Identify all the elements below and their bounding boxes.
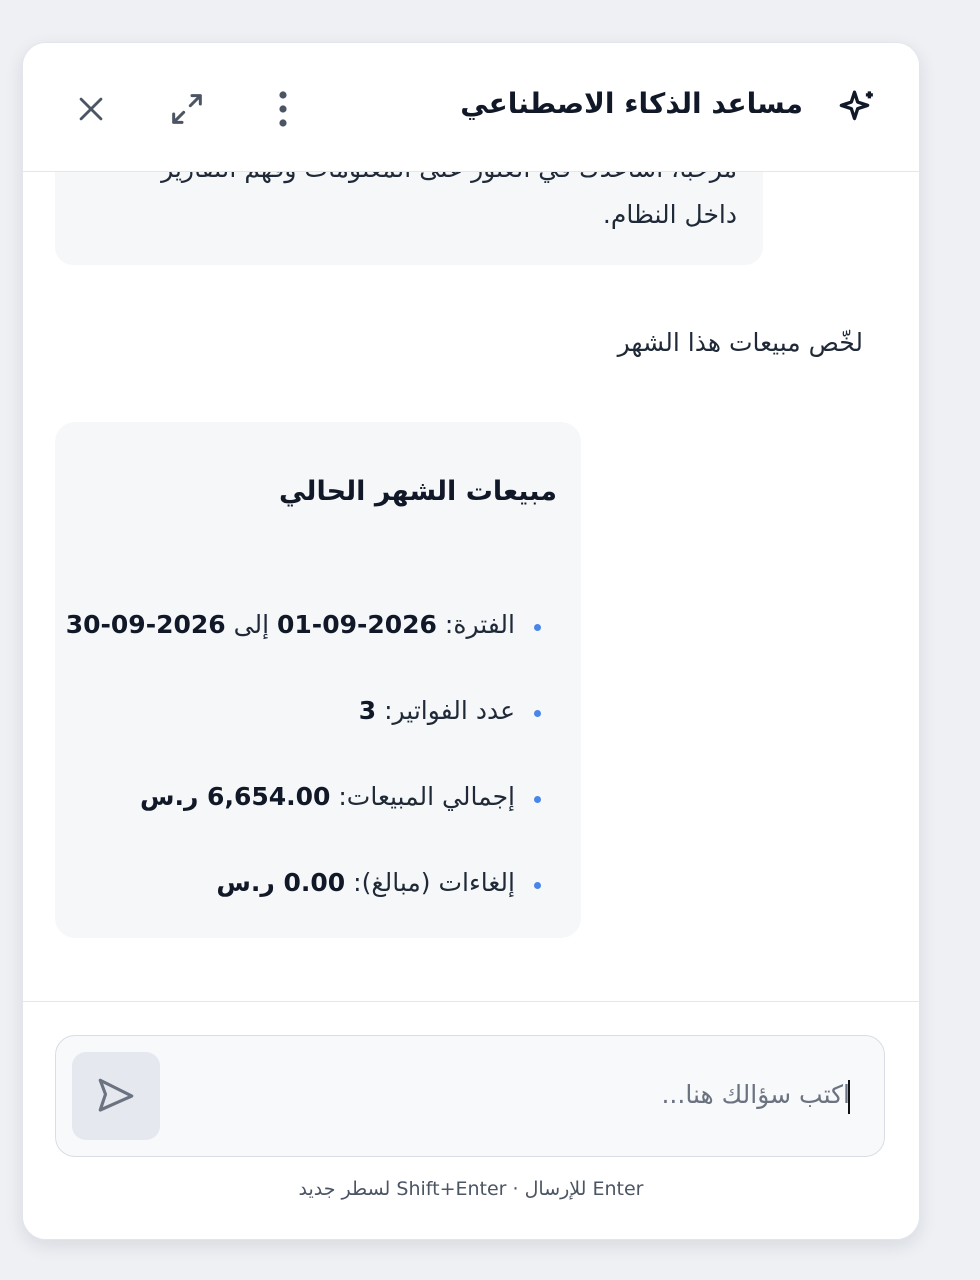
list-item-period: الفترة: 2026-09-01 إلى 2026-09-30	[55, 610, 581, 696]
user-message: لخّص مبيعات هذا الشهر	[617, 328, 863, 357]
bullet-dot	[534, 710, 541, 717]
assistant-answer-bubble: مبيعات الشهر الحالي الفترة: 2026-09-01 إ…	[55, 422, 581, 938]
bullet-dot	[534, 796, 541, 803]
total-sales-label: إجمالي المبيعات:	[338, 782, 515, 811]
list-item-total-sales: إجمالي المبيعات: 6,654.00 ر.س	[55, 782, 581, 868]
list-item-invoices: عدد الفواتير: 3	[55, 696, 581, 782]
sparkle-icon	[839, 90, 873, 121]
send-icon	[98, 1078, 134, 1112]
text-caret	[848, 1080, 850, 1114]
expand-icon	[172, 94, 202, 124]
welcome-line-2: داخل النظام.	[602, 200, 737, 229]
answer-list: الفترة: 2026-09-01 إلى 2026-09-30 عدد ال…	[55, 610, 581, 954]
more-options-button[interactable]	[257, 83, 309, 135]
welcome-text: مرحباً، أساعدك في العثور على المعلومات و…	[77, 172, 737, 238]
invoices-label: عدد الفواتير:	[384, 696, 515, 725]
more-vertical-icon	[279, 91, 287, 127]
close-icon	[79, 97, 103, 121]
panel-header: مساعد الذكاء الاصطناعي	[23, 43, 919, 172]
bullet-dot	[534, 624, 541, 631]
invoices-value: 3	[358, 696, 377, 725]
period-end: 2026-09-30	[65, 610, 226, 639]
panel-title: مساعد الذكاء الاصطناعي	[460, 87, 803, 120]
question-input[interactable]: اكتب سؤالك هنا...	[55, 1035, 885, 1157]
input-placeholder: اكتب سؤالك هنا...	[661, 1080, 850, 1109]
answer-title: مبيعات الشهر الحالي	[278, 476, 557, 507]
send-button[interactable]	[72, 1052, 160, 1140]
messages-area[interactable]: مرحباً، أساعدك في العثور على المعلومات و…	[23, 172, 919, 1001]
period-label: الفترة:	[444, 610, 515, 639]
list-item-cancellations: إلغاءات (مبالغ): 0.00 ر.س	[55, 868, 581, 954]
period-to: إلى	[233, 610, 270, 639]
assistant-welcome-bubble: مرحباً، أساعدك في العثور على المعلومات و…	[55, 172, 763, 265]
ai-assistant-panel: مساعد الذكاء الاصطناعي مرحباً، أساعدك في…	[22, 42, 920, 1240]
welcome-line-1: مرحباً، أساعدك في العثور على المعلومات و…	[77, 172, 737, 192]
period-start: 2026-09-01	[277, 610, 437, 639]
expand-button[interactable]	[161, 83, 213, 135]
bullet-dot	[534, 882, 541, 889]
composer-area: اكتب سؤالك هنا... Enter للإرسال · Shift+…	[23, 1001, 919, 1239]
total-sales-value: 6,654.00 ر.س	[139, 782, 331, 811]
cancellations-value: 0.00 ر.س	[216, 868, 346, 897]
cancellations-label: إلغاءات (مبالغ):	[353, 868, 515, 897]
keyboard-hint: Enter للإرسال · Shift+Enter لسطر جديد	[298, 1178, 644, 1200]
close-button[interactable]	[65, 83, 117, 135]
